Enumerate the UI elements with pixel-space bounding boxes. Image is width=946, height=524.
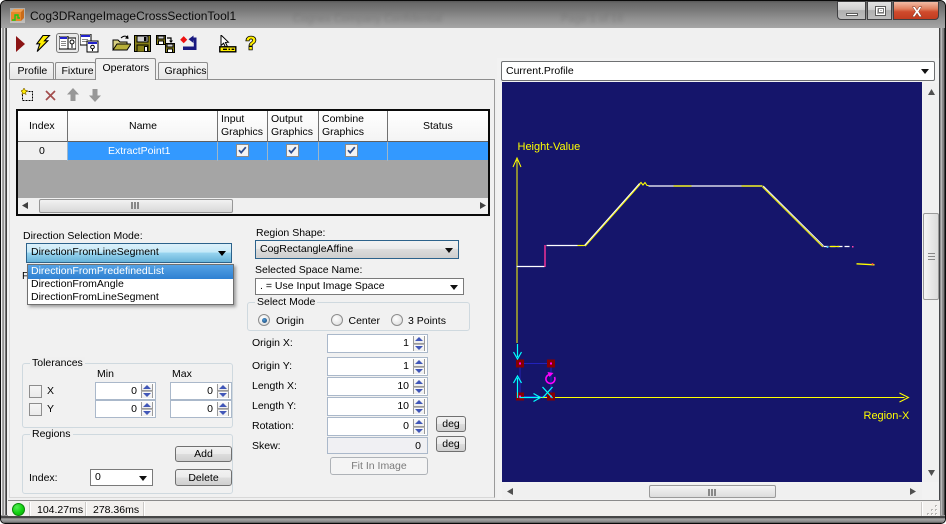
svg-text:Region-X: Region-X: [863, 410, 910, 422]
svg-text:Height-Value: Height-Value: [517, 141, 580, 153]
svg-text:X: X: [912, 5, 922, 18]
svg-text:?: ?: [246, 34, 257, 53]
